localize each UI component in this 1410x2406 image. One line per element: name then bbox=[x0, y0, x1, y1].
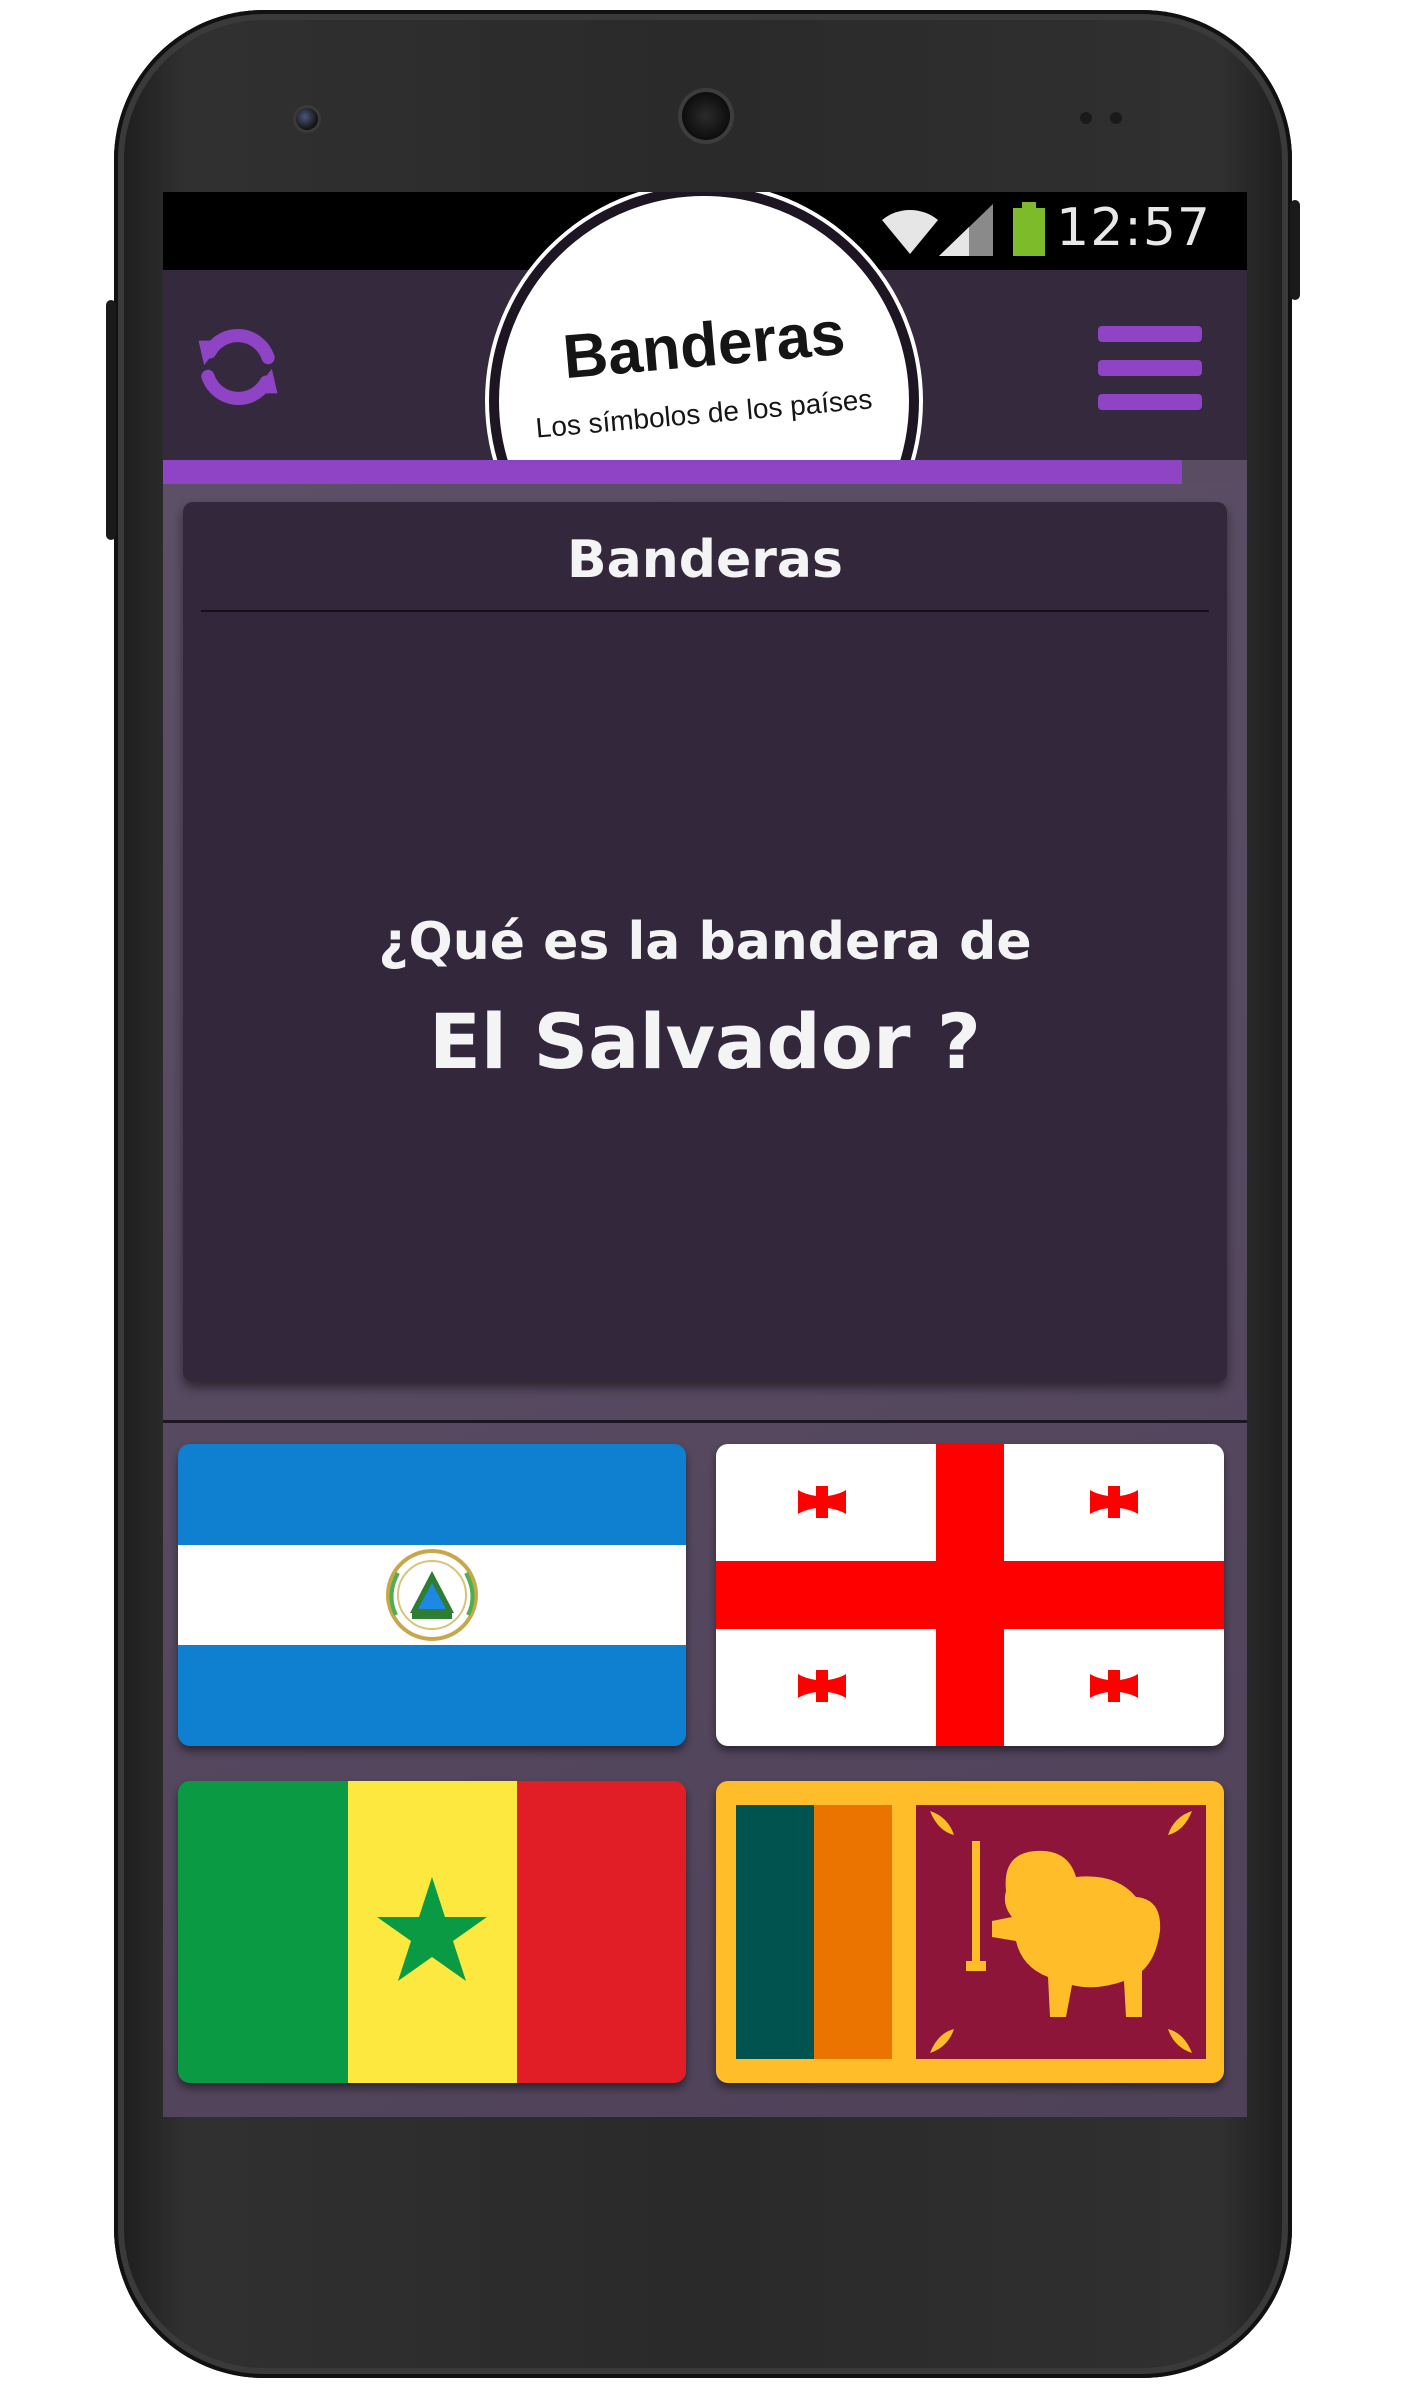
senegal-flag bbox=[178, 1781, 686, 2083]
app-header: Banderas Los símbolos de los países bbox=[163, 192, 1247, 616]
hamburger-menu-icon[interactable] bbox=[1098, 326, 1202, 410]
power-button bbox=[1290, 200, 1300, 300]
georgia-flag bbox=[716, 1444, 1224, 1746]
option-el-salvador-flag[interactable] bbox=[178, 1444, 686, 1746]
light-sensor-icon bbox=[1110, 112, 1122, 124]
refresh-icon[interactable] bbox=[191, 320, 285, 414]
signal-icon bbox=[939, 204, 993, 256]
question-text: ¿Qué es la bandera de bbox=[378, 912, 1032, 972]
options-divider bbox=[163, 1420, 1247, 1423]
country-name: El Salvador ? bbox=[429, 997, 981, 1086]
front-camera-icon bbox=[296, 108, 318, 130]
status-time: 12:57 bbox=[1056, 198, 1211, 258]
question-card: Banderas ¿Qué es la bandera de El Salvad… bbox=[183, 502, 1227, 1382]
logo-title: Banderas bbox=[560, 298, 848, 393]
volume-button bbox=[106, 300, 116, 540]
quiz-area: Banderas ¿Qué es la bandera de El Salvad… bbox=[163, 484, 1247, 2117]
option-sri-lanka-flag[interactable] bbox=[716, 1781, 1224, 2083]
card-title: Banderas bbox=[567, 530, 843, 590]
progress-fill bbox=[163, 460, 1182, 484]
earpiece-speaker-icon bbox=[682, 92, 730, 140]
wifi-icon bbox=[882, 209, 938, 254]
el-salvador-flag bbox=[178, 1444, 686, 1746]
device-screen: 12:57 Banderas Los símbolos de los paíse… bbox=[163, 192, 1247, 2117]
progress-bar bbox=[163, 460, 1247, 484]
option-georgia-flag[interactable] bbox=[716, 1444, 1224, 1746]
battery-icon bbox=[1013, 202, 1045, 256]
option-senegal-flag[interactable] bbox=[178, 1781, 686, 2083]
card-divider bbox=[201, 610, 1209, 612]
sri-lanka-flag bbox=[716, 1781, 1224, 2083]
proximity-sensor-icon bbox=[1080, 112, 1092, 124]
